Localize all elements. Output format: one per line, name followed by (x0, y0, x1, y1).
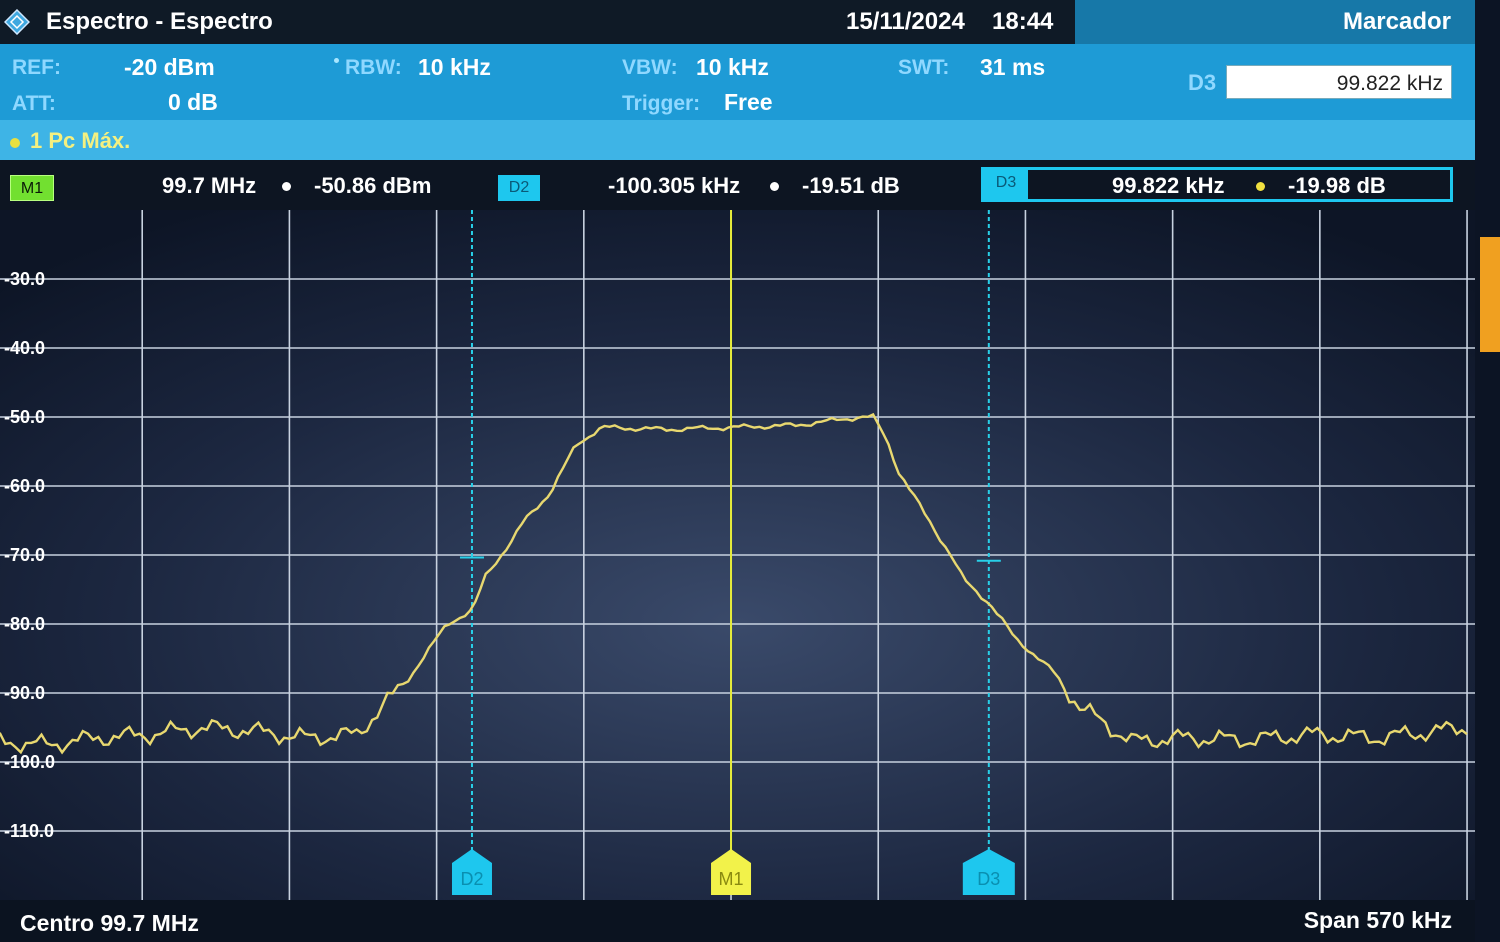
y-tick-label: -100.0 (4, 752, 55, 772)
marker-flag-label: D2 (460, 869, 483, 889)
marker-frequency-input[interactable]: 99.822 kHz (1226, 65, 1452, 99)
y-tick-label: -90.0 (4, 683, 45, 703)
window-title: Espectro - Espectro (46, 8, 273, 35)
ref-value[interactable]: -20 dBm (124, 54, 215, 81)
app-logo-icon (4, 9, 30, 35)
time-display: 18:44 (992, 8, 1054, 35)
vbw-value[interactable]: 10 kHz (696, 54, 769, 81)
marker-panel-label: D3 (1188, 70, 1217, 95)
swt-label: SWT: (898, 56, 950, 79)
marker-flag-label: M1 (719, 869, 744, 889)
marker-m1-badge[interactable]: M1 (10, 175, 54, 201)
trigger-label: Trigger: (622, 92, 701, 115)
rbw-label: RBW: (345, 56, 402, 79)
title-bar: Espectro - Espectro 15/11/2024 18:44 (0, 0, 1075, 44)
y-tick-label: -70.0 (4, 545, 45, 565)
y-tick-label: -80.0 (4, 614, 45, 634)
att-value[interactable]: 0 dB (168, 89, 218, 116)
span-value[interactable]: Span 570 kHz (1304, 907, 1452, 934)
marker-d3-separator-icon (1256, 182, 1265, 191)
marker-d3-y: -19.98 dB (1288, 173, 1386, 198)
marker-m1-y: -50.86 dBm (314, 173, 432, 198)
y-tick-label: -40.0 (4, 338, 45, 358)
marker-d2-separator-icon (770, 182, 779, 191)
spectrum-plot[interactable]: -30.0 -40.0 -50.0 -60.0 -70.0 -80.0 -90.0 -100.… (0, 210, 1475, 900)
rbw-value[interactable]: 10 kHz (418, 54, 491, 81)
vbw-label: VBW: (622, 56, 678, 79)
marker-d3-badge[interactable]: D3 (984, 170, 1028, 199)
marker-d2-badge[interactable]: D2 (498, 175, 540, 201)
y-tick-label: -30.0 (4, 269, 45, 289)
marker-d2-x: -100.305 kHz (608, 173, 741, 198)
measurement-params: REF: -20 dBm ATT: 0 dB RBW: 10 kHz VBW: … (0, 44, 1075, 120)
trace-label[interactable]: 1 Pc Máx. (30, 128, 130, 154)
date-display: 15/11/2024 (846, 8, 965, 35)
marker-d2-y: -19.51 dB (802, 173, 900, 198)
status-footer (0, 900, 1475, 942)
y-tick-label: -60.0 (4, 476, 45, 496)
marker-m1-x: 99.7 MHz (162, 173, 257, 198)
ref-label: REF: (12, 56, 61, 79)
rbw-coupled-dot (334, 58, 339, 63)
y-tick-label: -50.0 (4, 407, 45, 427)
marker-d3-x: 99.822 kHz (1112, 173, 1225, 198)
center-frequency[interactable]: Centro 99.7 MHz (20, 910, 199, 937)
marker-flag-label: D3 (977, 869, 1000, 889)
y-tick-label: -110.0 (4, 821, 54, 841)
marker-panel-header: Marcador (1075, 0, 1475, 44)
swt-value[interactable]: 31 ms (980, 54, 1045, 81)
trace-indicator-icon (10, 138, 20, 148)
trigger-value[interactable]: Free (724, 89, 773, 116)
trace-bar (0, 120, 1475, 160)
att-label: ATT: (12, 92, 56, 115)
marker-m1-separator-icon (282, 182, 291, 191)
side-panel-tab[interactable] (1480, 237, 1500, 352)
marker-panel-title: Marcador (1342, 8, 1451, 35)
